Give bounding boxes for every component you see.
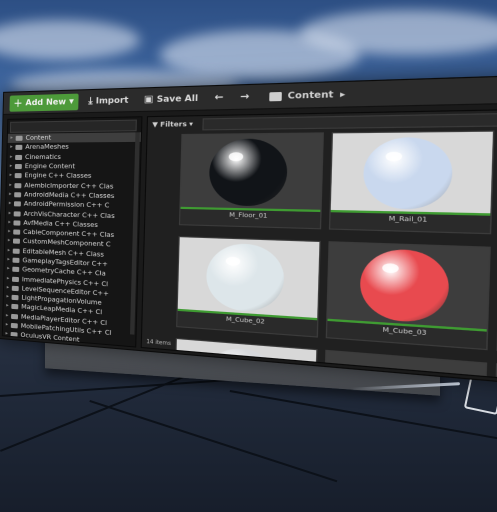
folder-icon [11, 304, 18, 310]
expand-arrow-icon[interactable]: ▸ [7, 162, 15, 171]
expand-arrow-icon[interactable]: ▸ [7, 143, 15, 152]
folder-search-input[interactable] [10, 120, 137, 133]
folder-icon [13, 220, 20, 225]
folder-icon [12, 276, 19, 281]
folder-tree-item[interactable]: ▸ ArenaMeshes [7, 142, 140, 152]
asset-view-panel: ▼ Filters ▾ M_Floor_01M_Rail_01M_Cube_04… [141, 106, 497, 392]
folder-icon [14, 183, 21, 188]
expand-arrow-icon[interactable]: ▸ [4, 292, 12, 302]
import-button[interactable]: ⤓ Import [84, 91, 133, 109]
save-icon: ▣ [144, 94, 154, 105]
asset-search-input[interactable] [202, 110, 497, 130]
sphere-preview [206, 243, 285, 314]
asset-thumbnail [328, 242, 490, 329]
folder-icon [12, 295, 19, 300]
expand-arrow-icon[interactable]: ▸ [4, 265, 12, 274]
back-button[interactable]: ← [210, 88, 229, 106]
asset-name: M_Floor_01 [180, 211, 320, 221]
forward-button[interactable]: → [235, 88, 254, 106]
asset-thumbnail [331, 132, 493, 214]
folder-icon [15, 164, 22, 169]
asset-tile[interactable]: M_Floor_01 [179, 132, 324, 229]
asset-tile[interactable]: M_Rail_01 [329, 130, 495, 234]
folder-icon [11, 323, 18, 329]
expand-arrow-icon[interactable]: ▸ [7, 171, 15, 180]
add-new-label: Add New [25, 97, 66, 107]
folder-icon [269, 91, 282, 100]
expand-arrow-icon[interactable]: ▸ [6, 190, 14, 199]
expand-arrow-icon[interactable]: ▸ [7, 153, 15, 162]
save-all-label: Save All [157, 93, 199, 104]
folder-tree-item[interactable]: ▸ Engine Content [7, 162, 140, 172]
chevron-right-icon: ▸ [340, 89, 346, 100]
folder-icon [11, 332, 18, 338]
floor-seam [89, 400, 337, 482]
folder-tree: ▸ Content ▸ ArenaMeshes ▸ Cinematics ▸ Engine C… [2, 132, 141, 347]
expand-arrow-icon[interactable]: ▸ [3, 302, 11, 312]
floor-seam [230, 390, 497, 441]
folder-icon [12, 258, 19, 263]
folder-icon [15, 145, 22, 150]
folder-icon [12, 286, 19, 291]
folder-icon [12, 267, 19, 272]
import-label: Import [96, 95, 129, 105]
asset-tile[interactable]: M_Cube_03 [326, 241, 491, 350]
folder-tree-panel: ▸ Content ▸ ArenaMeshes ▸ Cinematics ▸ Engine C… [2, 116, 143, 347]
expand-arrow-icon[interactable]: ▸ [6, 199, 14, 208]
add-new-button[interactable]: ＋ Add New ▾ [9, 93, 78, 111]
sphere-preview [362, 137, 453, 210]
folder-icon [14, 192, 21, 197]
folder-icon [14, 211, 21, 216]
folder-icon [11, 314, 18, 320]
expand-arrow-icon[interactable]: ▸ [5, 227, 13, 236]
filters-label: Filters [160, 120, 187, 129]
save-all-button[interactable]: ▣ Save All [139, 89, 203, 108]
expand-arrow-icon[interactable]: ▸ [6, 218, 14, 227]
items-count: 14 items [146, 339, 171, 347]
folder-tree-item[interactable]: ▸ Cinematics [7, 152, 140, 162]
expand-arrow-icon[interactable]: ▸ [3, 320, 11, 330]
folder-icon [13, 239, 20, 244]
breadcrumb-content[interactable]: Content [287, 89, 333, 101]
plus-icon: ＋ [13, 96, 22, 109]
expand-arrow-icon[interactable]: ▸ [3, 330, 11, 340]
expand-arrow-icon[interactable]: ▸ [5, 246, 13, 255]
folder-tree-label: ArenaMeshes [25, 143, 69, 152]
expand-arrow-icon[interactable]: ▸ [3, 311, 11, 321]
folder-tree-label: Cinematics [25, 153, 61, 162]
folder-icon [16, 136, 23, 141]
folder-icon [13, 230, 20, 235]
chevron-down-icon: ▾ [189, 120, 193, 129]
asset-grid: M_Floor_01M_Rail_01M_Cube_04M_Cube_02M_C… [173, 128, 497, 392]
asset-thumbnail [181, 134, 323, 210]
folder-icon [14, 201, 21, 206]
folder-icon [13, 248, 20, 253]
expand-arrow-icon[interactable]: ▸ [8, 134, 16, 143]
cloud [0, 20, 140, 60]
vr-scene: ＋ Add New ▾ ⤓ Import ▣ Save All ← → Cont… [0, 0, 497, 512]
expand-arrow-icon[interactable]: ▸ [4, 274, 12, 283]
expand-arrow-icon[interactable]: ▸ [4, 283, 12, 293]
import-icon: ⤓ [88, 96, 92, 107]
chevron-down-icon: ▾ [69, 96, 74, 106]
filters-button[interactable]: ▼ Filters ▾ [152, 120, 193, 129]
folder-tree-label: Content [25, 133, 51, 142]
folder-tree-label: Engine Content [25, 162, 75, 171]
expand-arrow-icon[interactable]: ▸ [5, 237, 13, 246]
arrow-right-icon: → [240, 91, 249, 102]
folder-tree-label: Engine C++ Classes [24, 171, 91, 181]
sphere-preview [208, 138, 288, 206]
asset-tile[interactable]: M_Cube_02 [176, 236, 321, 338]
expand-arrow-icon[interactable]: ▸ [6, 209, 14, 218]
breadcrumb[interactable]: Content ▸ [269, 89, 346, 101]
folder-icon [15, 155, 22, 160]
expand-arrow-icon[interactable]: ▸ [6, 181, 14, 190]
folder-icon [15, 173, 22, 178]
filter-icon: ▼ [152, 120, 158, 129]
arrow-left-icon: ← [214, 92, 223, 103]
asset-thumbnail [178, 237, 320, 318]
asset-name: M_Rail_01 [330, 215, 490, 226]
sphere-preview [359, 248, 450, 324]
expand-arrow-icon[interactable]: ▸ [5, 255, 13, 264]
